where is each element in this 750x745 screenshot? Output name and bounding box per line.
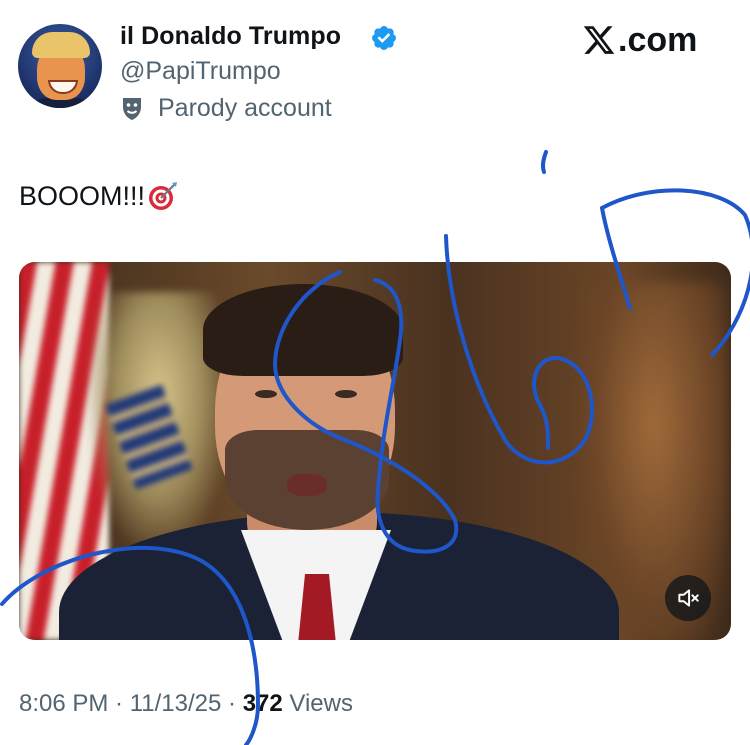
video-player[interactable] bbox=[19, 262, 731, 640]
meta-separator: · bbox=[221, 690, 243, 717]
post-time[interactable]: 8:06 PM bbox=[19, 690, 108, 718]
views-label: Views bbox=[282, 690, 353, 717]
direct-hit-icon bbox=[149, 182, 178, 210]
video-hair bbox=[203, 284, 403, 376]
post-date[interactable]: 11/13/25 bbox=[130, 690, 222, 718]
verified-badge-icon bbox=[372, 26, 396, 50]
video-eye-left bbox=[255, 390, 277, 398]
meta-separator: · bbox=[108, 690, 130, 717]
x-logo: .com bbox=[582, 20, 697, 60]
x-domain-text: .com bbox=[618, 20, 698, 59]
mute-icon bbox=[678, 589, 699, 607]
x-logo-icon bbox=[583, 26, 615, 54]
display-name[interactable]: il Donaldo Trumpo bbox=[120, 22, 341, 51]
post-text: BOOOM!!! bbox=[19, 180, 179, 212]
post-meta: 8:06 PM · 11/13/25 · 372 Views bbox=[19, 690, 353, 718]
avatar-hair bbox=[32, 32, 90, 58]
mute-button[interactable] bbox=[665, 575, 711, 621]
video-eye-right bbox=[335, 390, 357, 398]
theater-masks-icon bbox=[123, 98, 141, 120]
video-mouth bbox=[287, 474, 327, 496]
scribble-stroke-tick bbox=[540, 150, 548, 174]
post-text-content: BOOOM!!! bbox=[19, 180, 146, 211]
parody-label: Parody account bbox=[158, 94, 332, 122]
handle[interactable]: @PapiTrumpo bbox=[120, 57, 281, 86]
avatar[interactable] bbox=[18, 24, 102, 108]
views-count[interactable]: 372 bbox=[243, 690, 283, 718]
